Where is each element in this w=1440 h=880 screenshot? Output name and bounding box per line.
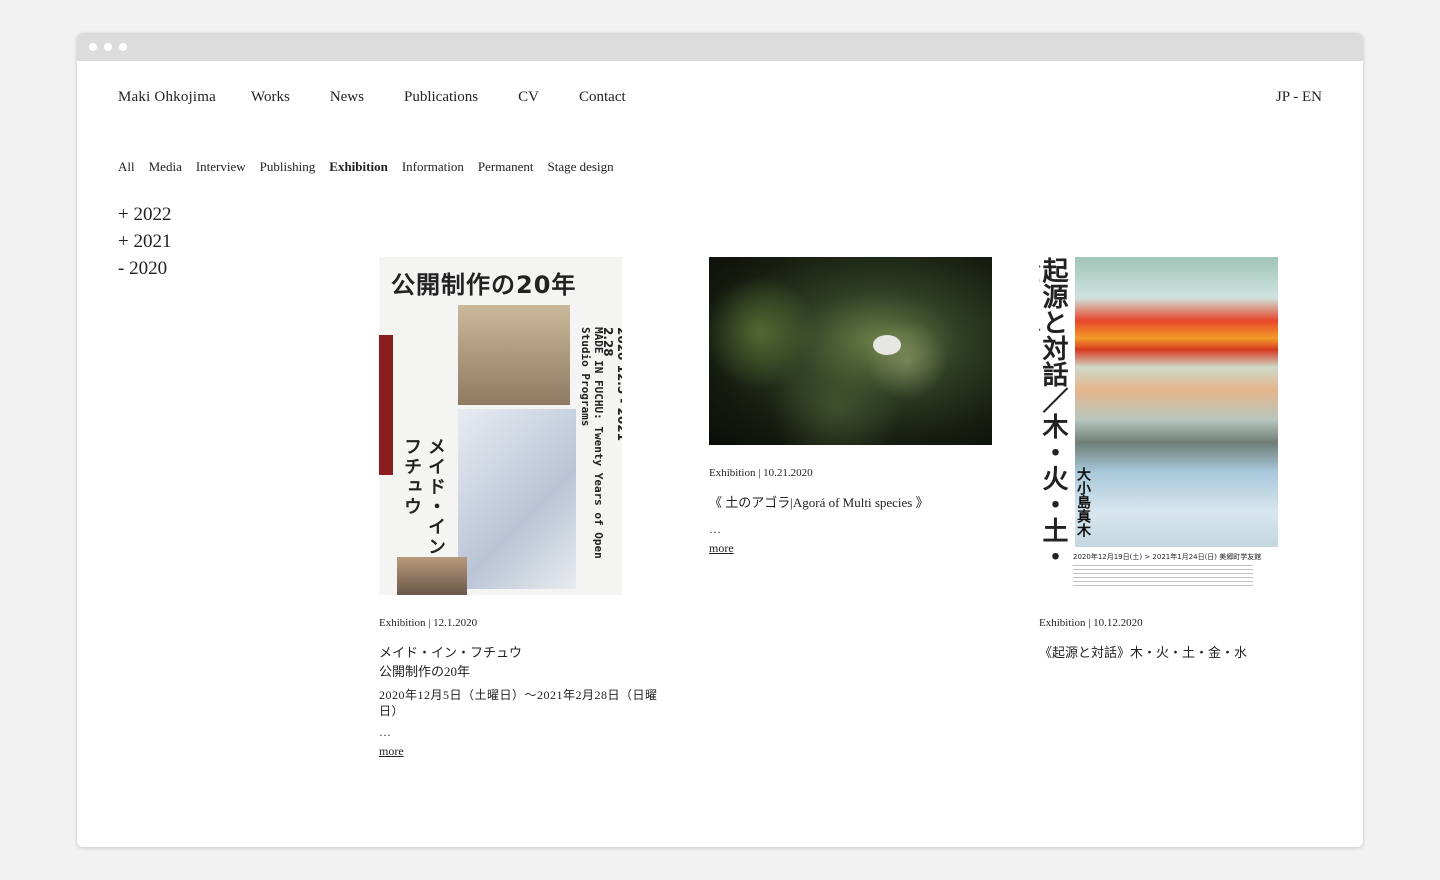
poster-title: 公開制作の20年 <box>391 271 577 299</box>
photo-white-figure <box>873 335 901 355</box>
card-title[interactable]: 《起源と対話》木・火・土・金・水 <box>1039 643 1279 662</box>
card-meta: Exhibition | 10.21.2020 <box>709 467 813 479</box>
exhibition-photo-image[interactable] <box>709 257 992 445</box>
filter-exhibition[interactable]: Exhibition <box>329 159 388 175</box>
site-header: Maki Ohkojima Works News Publications CV… <box>118 85 1322 109</box>
exhibition-card: Exhibition | 10.21.2020 《 土のアゴラ|Agorá of… <box>709 257 999 557</box>
poster-dates: 2020 12.5 - 2021 2.28 <box>601 327 622 441</box>
card-ellipsis: … <box>379 725 391 739</box>
poster-fine-print <box>1073 565 1253 589</box>
card-title-line2[interactable]: 公開制作の20年 <box>379 662 659 681</box>
window-titlebar <box>77 33 1363 61</box>
main-nav: Works News Publications CV Contact <box>251 88 662 106</box>
card-title[interactable]: 《 土のアゴラ|Agorá of Multi species 》 <box>709 493 999 512</box>
filter-permanent[interactable]: Permanent <box>478 159 534 175</box>
language-switch[interactable]: JP - EN <box>1276 89 1322 106</box>
filter-all[interactable]: All <box>118 159 135 175</box>
nav-publications[interactable]: Publications <box>404 89 478 105</box>
year-2021[interactable]: + 2021 <box>118 228 171 255</box>
category-filters: All Media Interview Publishing Exhibitio… <box>118 159 614 175</box>
exhibition-poster-image[interactable]: 起源と対話／木・火・土・金・水 大小島真木 2020年12月19日(土) > 2… <box>1039 257 1278 595</box>
exhibition-poster-image[interactable]: 公開制作の20年 メイド・イン・フチュウ MADE IN FUCHU: Twen… <box>379 257 622 595</box>
poster-artwork <box>1075 257 1278 547</box>
filter-stage-design[interactable]: Stage design <box>548 159 614 175</box>
nav-contact[interactable]: Contact <box>579 89 626 105</box>
card-title[interactable]: メイド・イン・フチュウ <box>379 643 659 662</box>
card-date-range: 2020年12月5日（土曜日）～2021年2月28日（日曜日） <box>379 688 658 718</box>
card-ellipsis: … <box>709 522 721 536</box>
exhibition-card: 公開制作の20年 メイド・イン・フチュウ MADE IN FUCHU: Twen… <box>379 257 659 760</box>
nav-cv[interactable]: CV <box>518 89 539 105</box>
card-meta: Exhibition | 12.1.2020 <box>379 617 478 629</box>
more-link[interactable]: more <box>379 744 404 758</box>
poster-artist: 大小島真木 <box>1075 467 1091 537</box>
poster-vertical-title: 起源と対話／木・火・土・金・水 <box>1039 257 1068 569</box>
poster-photo-room <box>458 305 570 405</box>
filter-information[interactable]: Information <box>402 159 464 175</box>
exhibition-card: 起源と対話／木・火・土・金・水 大小島真木 2020年12月19日(土) > 2… <box>1039 257 1279 662</box>
filter-interview[interactable]: Interview <box>196 159 246 175</box>
browser-window: Maki Ohkojima Works News Publications CV… <box>77 33 1363 847</box>
nav-news[interactable]: News <box>330 89 364 105</box>
poster-red-strip <box>379 335 393 475</box>
filter-media[interactable]: Media <box>149 159 182 175</box>
nav-works[interactable]: Works <box>251 89 290 105</box>
more-link[interactable]: more <box>709 541 734 555</box>
poster-photo-drawing <box>458 409 576 589</box>
filter-publishing[interactable]: Publishing <box>260 159 316 175</box>
window-dot-icon[interactable] <box>89 43 97 51</box>
site-brand[interactable]: Maki Ohkojima <box>118 89 216 106</box>
window-dot-icon[interactable] <box>119 43 127 51</box>
window-dot-icon[interactable] <box>104 43 112 51</box>
poster-photo-bottom <box>397 557 467 595</box>
poster-dates: 2020年12月19日(土) > 2021年1月24日(日) 美郷町学友館 <box>1073 553 1262 561</box>
year-2020[interactable]: - 2020 <box>118 255 171 282</box>
year-2022[interactable]: + 2022 <box>118 201 171 228</box>
year-list: + 2022 + 2021 - 2020 <box>118 201 171 282</box>
card-meta: Exhibition | 10.12.2020 <box>1039 617 1143 629</box>
